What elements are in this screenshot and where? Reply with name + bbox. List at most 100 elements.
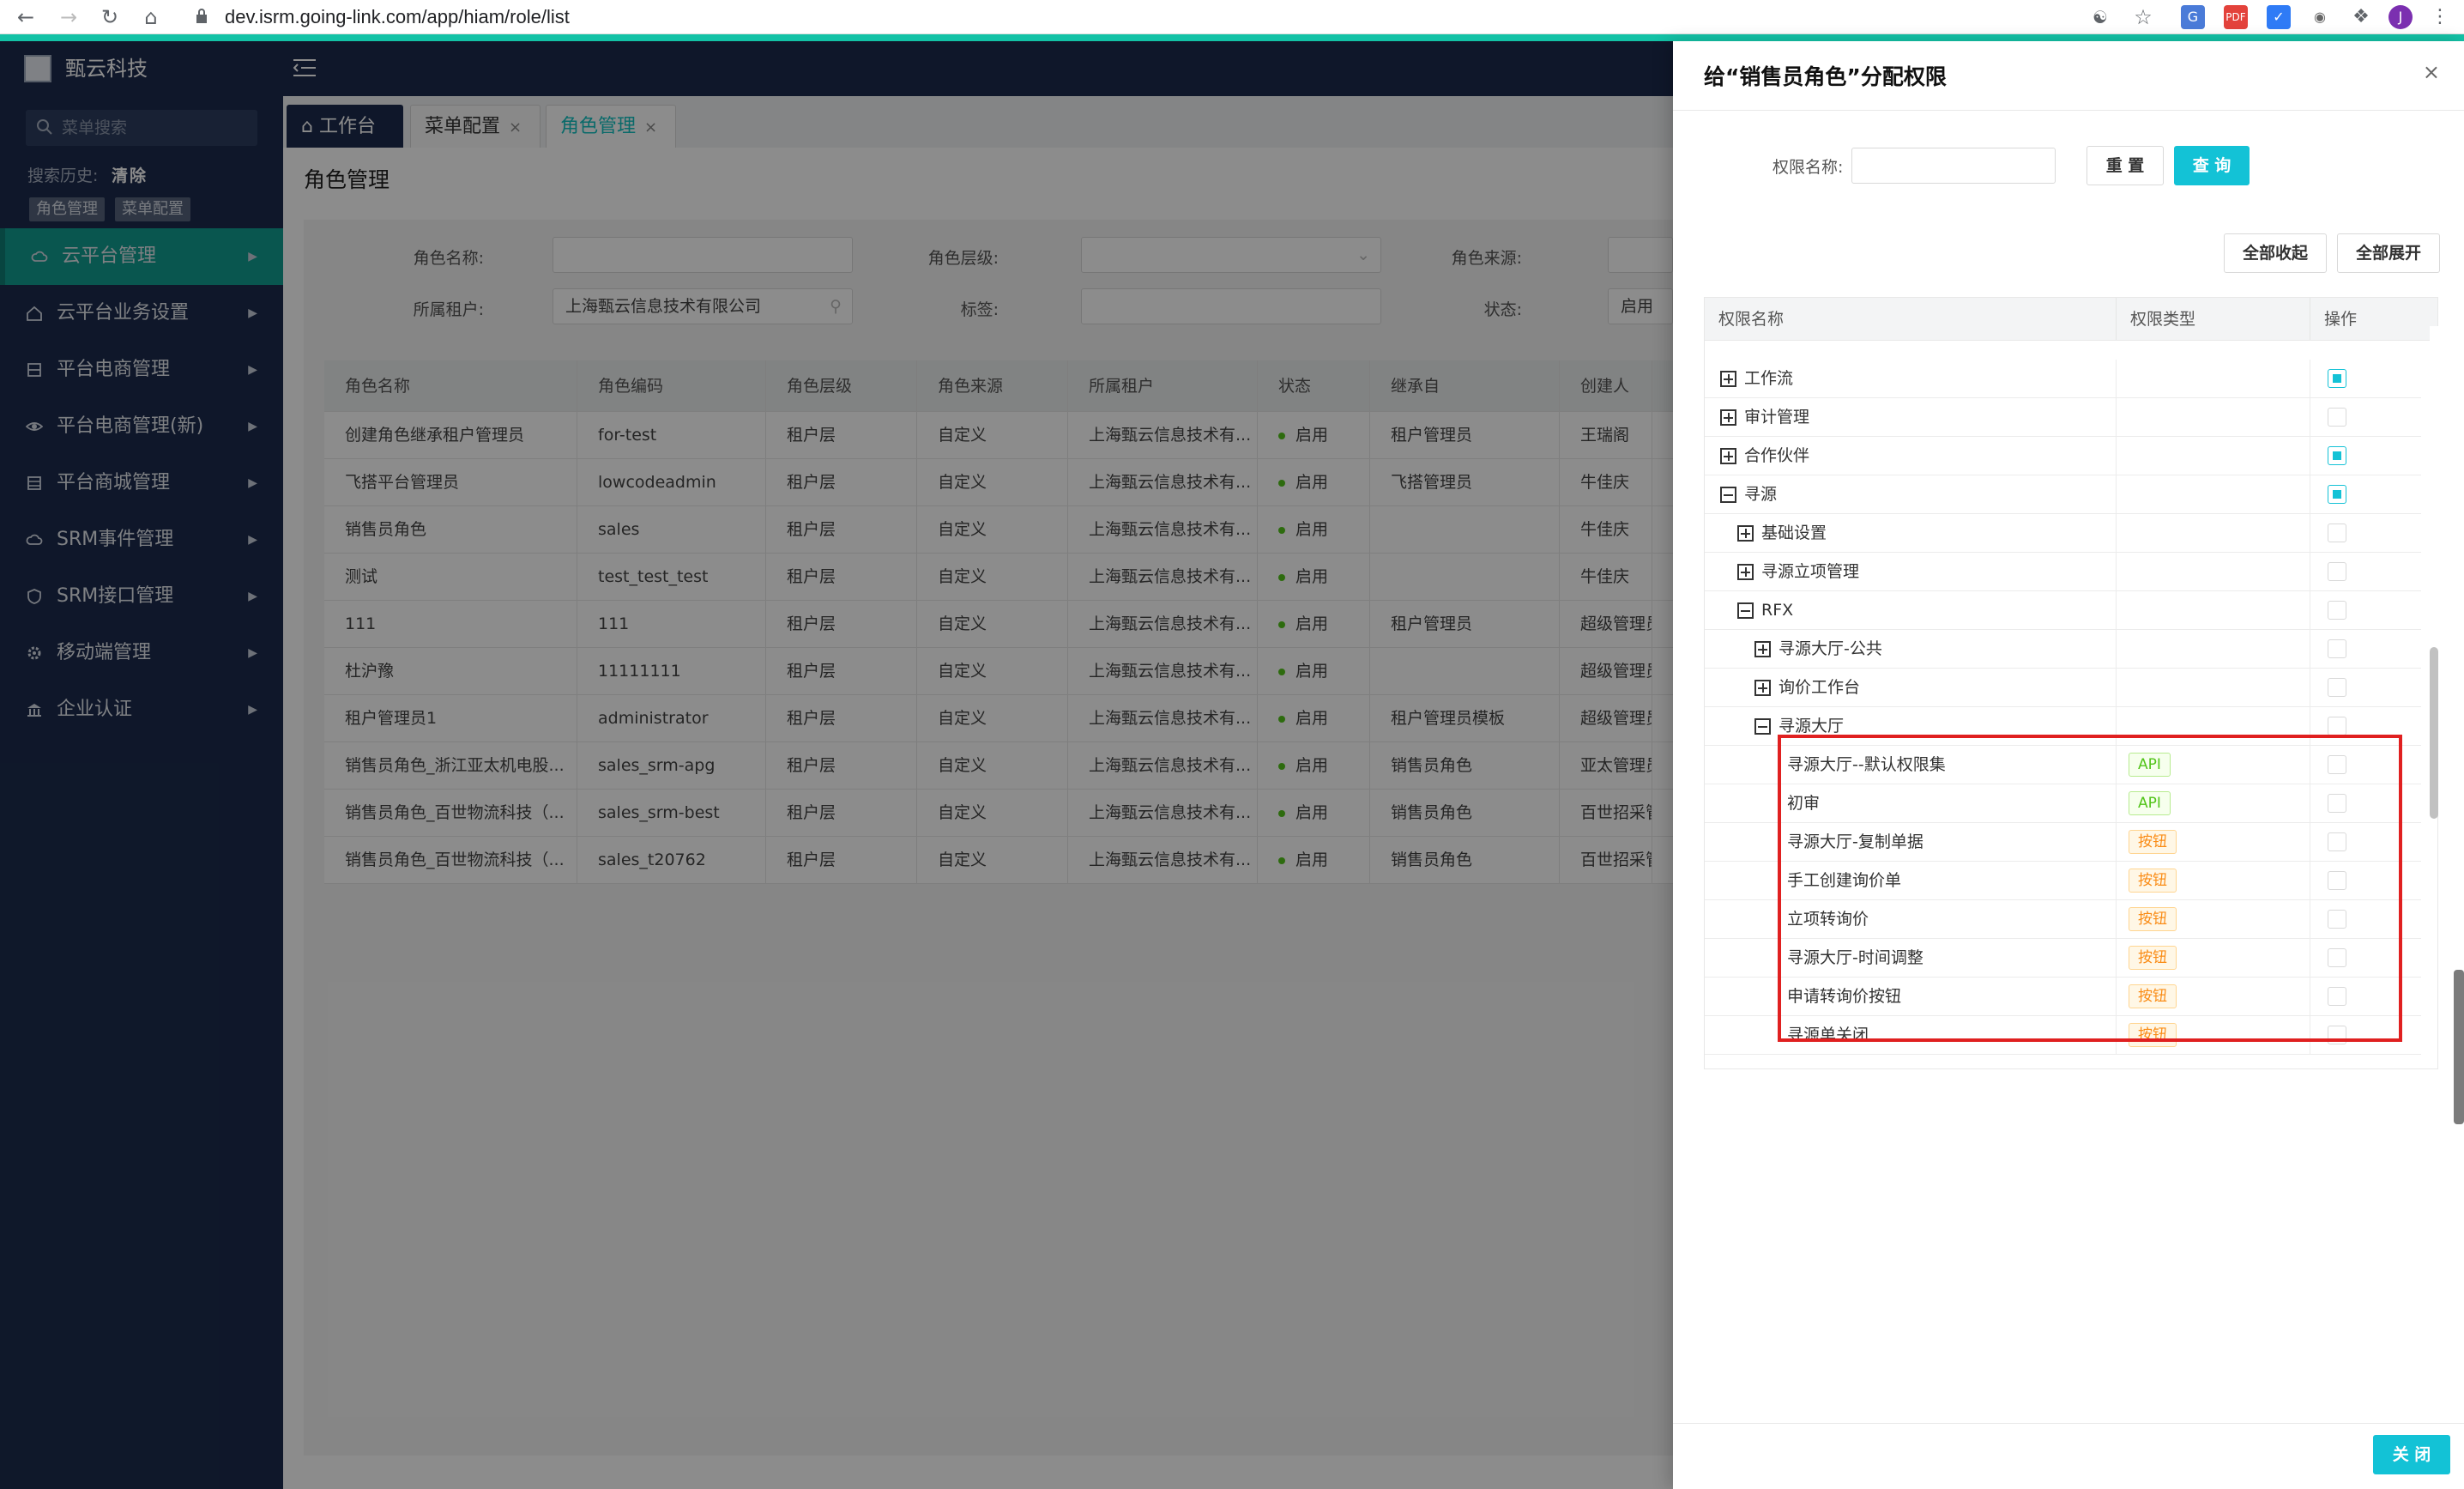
tree-scrollbar[interactable] bbox=[2430, 326, 2438, 819]
tree-type-cell bbox=[2117, 553, 2310, 590]
tree-type-cell bbox=[2117, 360, 2310, 397]
permission-checkbox[interactable] bbox=[2328, 601, 2346, 620]
tree-type-cell bbox=[2117, 591, 2310, 629]
tree-row[interactable]: 工作流 bbox=[1705, 360, 2421, 398]
permission-checkbox[interactable] bbox=[2328, 639, 2346, 658]
permission-checkbox[interactable] bbox=[2328, 562, 2346, 581]
loading-accent-bar bbox=[0, 34, 2464, 41]
more-menu-icon[interactable]: ⋮ bbox=[2428, 5, 2452, 29]
permission-checkbox[interactable] bbox=[2328, 408, 2346, 427]
address-bar-url[interactable]: dev.isrm.going-link.com/app/hiam/role/li… bbox=[225, 5, 570, 29]
reload-icon[interactable]: ↻ bbox=[96, 3, 124, 31]
tree-name-cell: 询价工作台 bbox=[1705, 669, 2117, 706]
permission-checkbox[interactable] bbox=[2328, 485, 2346, 504]
tree-node-label: RFX bbox=[1761, 601, 1794, 620]
tree-row[interactable]: 基础设置 bbox=[1705, 514, 2421, 553]
drawer-title: 给“销售员角色”分配权限 bbox=[1704, 64, 1947, 89]
expand-icon[interactable] bbox=[1754, 641, 1771, 657]
tree-name-cell: 审计管理 bbox=[1705, 398, 2117, 436]
tree-operation-cell bbox=[2310, 514, 2421, 552]
tree-type-cell bbox=[2117, 437, 2310, 475]
tree-name-cell: 基础设置 bbox=[1705, 514, 2117, 552]
tree-node-label: 寻源大厅-公共 bbox=[1779, 639, 1882, 658]
tree-name-cell: 合作伙伴 bbox=[1705, 437, 2117, 475]
globe-extension-icon[interactable]: ◉ bbox=[2308, 5, 2332, 29]
tree-operation-cell bbox=[2310, 475, 2421, 513]
column-header-permission-type: 权限类型 bbox=[2117, 298, 2310, 340]
tree-type-cell bbox=[2117, 669, 2310, 706]
expand-icon[interactable] bbox=[1720, 371, 1736, 387]
close-icon[interactable]: × bbox=[2423, 60, 2440, 84]
tree-type-cell bbox=[2117, 630, 2310, 668]
permission-checkbox[interactable] bbox=[2328, 369, 2346, 388]
tree-row[interactable]: 寻源立项管理 bbox=[1705, 553, 2421, 591]
tree-name-cell: 寻源 bbox=[1705, 475, 2117, 513]
tree-node-label: 寻源 bbox=[1744, 485, 1778, 504]
permission-checkbox[interactable] bbox=[2328, 524, 2346, 542]
permission-checkbox[interactable] bbox=[2328, 717, 2346, 735]
forward-arrow-icon[interactable]: → bbox=[55, 3, 82, 31]
permission-name-label: 权限名称: bbox=[1773, 158, 1844, 177]
divider bbox=[1673, 110, 2464, 111]
tree-name-cell: 寻源大厅-公共 bbox=[1705, 630, 2117, 668]
expand-icon[interactable] bbox=[1754, 680, 1771, 696]
translate-icon[interactable]: ☯ bbox=[2088, 5, 2112, 29]
tree-row[interactable]: RFX bbox=[1705, 591, 2421, 630]
reset-button[interactable]: 重 置 bbox=[2087, 146, 2164, 185]
tree-name-cell: RFX bbox=[1705, 591, 2117, 629]
tree-node-label: 基础设置 bbox=[1761, 524, 1827, 542]
modal-mask[interactable] bbox=[0, 41, 1673, 1489]
collapse-icon[interactable] bbox=[1720, 487, 1736, 503]
permission-name-input[interactable] bbox=[1851, 148, 2056, 184]
tree-table-header: 权限名称 权限类型 操作 bbox=[1705, 298, 2437, 341]
collapse-icon[interactable] bbox=[1754, 718, 1771, 735]
tree-type-cell bbox=[2117, 398, 2310, 436]
tree-operation-cell bbox=[2310, 553, 2421, 590]
page-scrollbar-thumb[interactable] bbox=[2454, 970, 2464, 1124]
tree-row[interactable]: 寻源大厅-公共 bbox=[1705, 630, 2421, 669]
column-header-permission-name: 权限名称 bbox=[1705, 298, 2117, 340]
tree-node-label: 寻源立项管理 bbox=[1761, 562, 1860, 581]
tree-operation-cell bbox=[2310, 591, 2421, 629]
link-extension-icon[interactable]: ✓ bbox=[2267, 5, 2291, 29]
lock-icon bbox=[196, 9, 207, 23]
expand-icon[interactable] bbox=[1720, 409, 1736, 426]
puzzle-icon[interactable]: ❖ bbox=[2349, 5, 2373, 29]
permission-checkbox[interactable] bbox=[2328, 678, 2346, 697]
tree-row[interactable]: 合作伙伴 bbox=[1705, 437, 2421, 475]
expand-icon[interactable] bbox=[1720, 448, 1736, 464]
home-icon[interactable]: ⌂ bbox=[137, 3, 165, 31]
profile-avatar[interactable]: J bbox=[2389, 5, 2413, 29]
divider bbox=[1673, 1423, 2464, 1424]
tree-row[interactable]: 询价工作台 bbox=[1705, 669, 2421, 707]
tree-row[interactable]: 寻源 bbox=[1705, 475, 2421, 514]
tree-node-label: 询价工作台 bbox=[1779, 678, 1861, 697]
back-arrow-icon[interactable]: ← bbox=[12, 3, 39, 31]
expand-icon[interactable] bbox=[1737, 525, 1754, 542]
tree-node-label: 审计管理 bbox=[1744, 408, 1810, 427]
tree-type-cell bbox=[2117, 514, 2310, 552]
tree-operation-cell bbox=[2310, 437, 2421, 475]
query-button[interactable]: 查 询 bbox=[2174, 146, 2250, 185]
browser-toolbar: ← → ↻ ⌂ dev.isrm.going-link.com/app/hiam… bbox=[0, 0, 2464, 34]
column-header-operation: 操作 bbox=[2324, 310, 2358, 329]
tree-operation-cell bbox=[2310, 360, 2421, 397]
tree-node-label: 工作流 bbox=[1744, 369, 1794, 388]
expand-icon[interactable] bbox=[1737, 564, 1754, 580]
permission-checkbox[interactable] bbox=[2328, 446, 2346, 465]
tree-operation-cell bbox=[2310, 669, 2421, 706]
star-icon[interactable]: ☆ bbox=[2131, 5, 2155, 29]
highlight-annotation-box bbox=[1778, 735, 2402, 1042]
scrollbar-thumb[interactable] bbox=[2430, 647, 2438, 819]
tree-type-cell bbox=[2117, 475, 2310, 513]
collapse-icon[interactable] bbox=[1737, 602, 1754, 619]
tree-node-label: 合作伙伴 bbox=[1744, 446, 1810, 465]
tree-name-cell: 寻源立项管理 bbox=[1705, 553, 2117, 590]
tree-row[interactable]: 审计管理 bbox=[1705, 398, 2421, 437]
pdf-extension-icon[interactable]: PDF bbox=[2224, 5, 2248, 29]
expand-all-button[interactable]: 全部展开 bbox=[2337, 233, 2440, 273]
collapse-all-button[interactable]: 全部收起 bbox=[2224, 233, 2327, 273]
close-button[interactable]: 关 闭 bbox=[2373, 1435, 2450, 1474]
tree-operation-cell bbox=[2310, 398, 2421, 436]
translate-extension-icon[interactable]: G bbox=[2181, 5, 2205, 29]
